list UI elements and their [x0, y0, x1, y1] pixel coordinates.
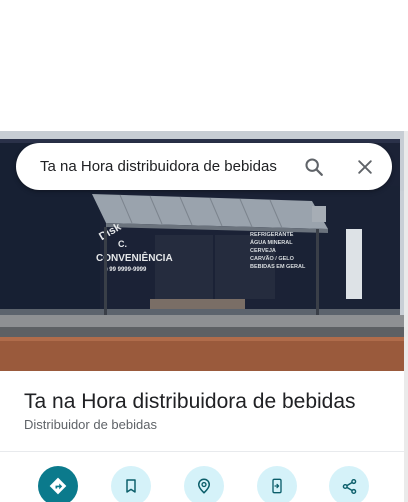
svg-text:CARVÃO / GELO: CARVÃO / GELO: [250, 255, 295, 262]
close-icon: [358, 160, 372, 174]
search-bar: [16, 143, 392, 190]
nearby-button[interactable]: [184, 466, 224, 502]
place-title: Ta na Hora distribuidora de bebidas: [24, 390, 356, 413]
share-icon: [342, 478, 356, 494]
svg-text:CONVENIÊNCIA: CONVENIÊNCIA: [96, 251, 173, 264]
place-category[interactable]: Distribuidor de bebidas: [24, 417, 157, 432]
send-to-phone-button[interactable]: [257, 466, 297, 502]
action-bar: [0, 452, 404, 502]
directions-icon: [49, 477, 67, 495]
svg-text:CERVEJA: CERVEJA: [250, 248, 276, 254]
svg-text:REFRIGERANTE: REFRIGERANTE: [250, 232, 294, 238]
directions-button[interactable]: [38, 466, 78, 502]
bookmark-icon: [126, 479, 136, 493]
share-button[interactable]: [329, 466, 369, 502]
svg-text:C.: C.: [118, 239, 127, 249]
search-button[interactable]: [298, 151, 330, 183]
nearby-icon: [197, 478, 211, 494]
place-info: Ta na Hora distribuidora de bebidas Dist…: [0, 371, 404, 451]
svg-text:ÁGUA MINERAL: ÁGUA MINERAL: [250, 239, 293, 246]
save-button[interactable]: [111, 466, 151, 502]
send-to-phone-icon: [272, 478, 282, 494]
scrollbar-track[interactable]: [404, 131, 408, 502]
search-icon: [305, 158, 323, 176]
svg-text:BEBIDAS EM GERAL: BEBIDAS EM GERAL: [250, 264, 306, 270]
search-input[interactable]: [40, 154, 292, 179]
map-area-blank: [0, 0, 408, 131]
clear-search-button[interactable]: [349, 151, 381, 183]
svg-text:■ 99 9999-9999: ■ 99 9999-9999: [104, 267, 147, 273]
